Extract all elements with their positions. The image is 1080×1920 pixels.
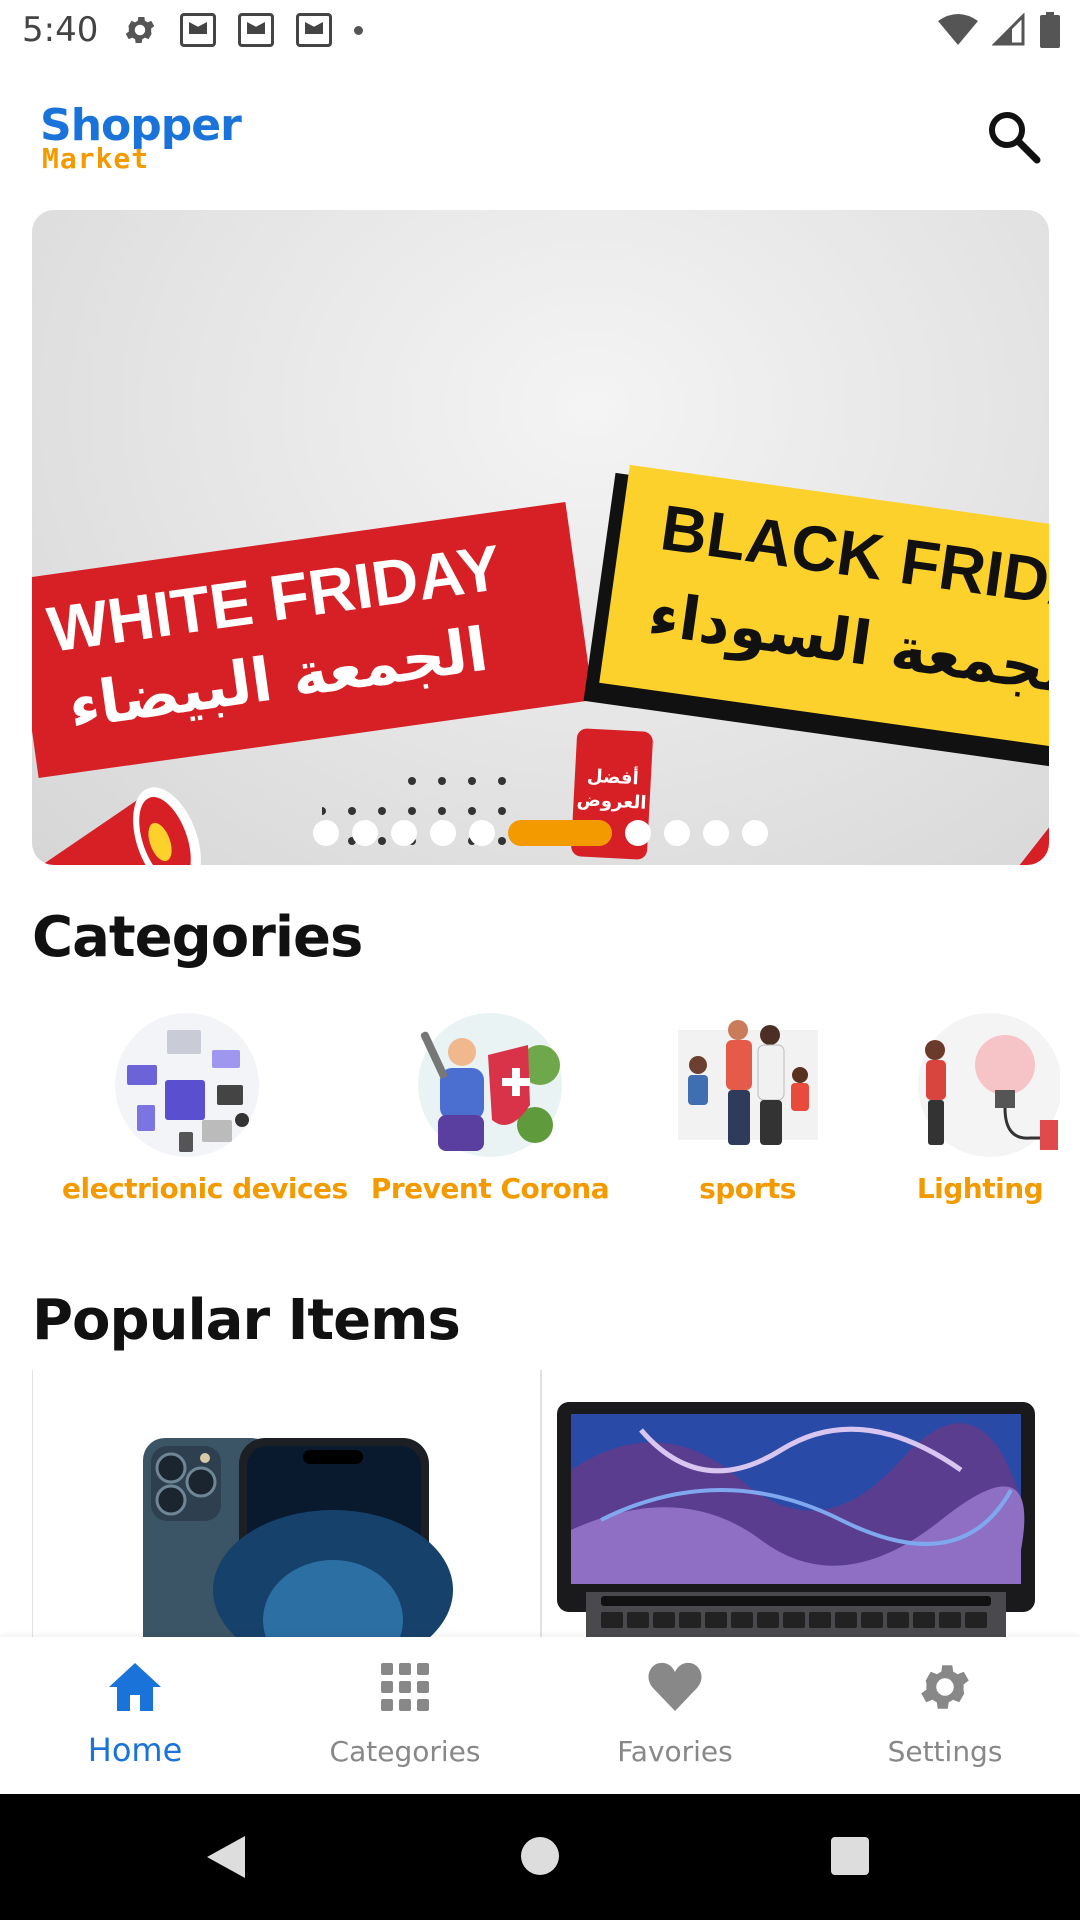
nav-tab-label: Favories (617, 1735, 733, 1768)
carousel-dot[interactable] (742, 820, 768, 846)
popular-items-grid (32, 1370, 1049, 1640)
carousel-dot[interactable] (430, 820, 456, 846)
status-time: 5:40 (22, 10, 99, 50)
lightbulb-illustration-icon (918, 1013, 1062, 1157)
search-button[interactable] (985, 108, 1043, 166)
carousel-dot[interactable] (664, 820, 690, 846)
nav-tab-home[interactable]: Home (0, 1657, 270, 1769)
nav-tab-categories[interactable]: Categories (270, 1657, 540, 1768)
mail-notification-icon (238, 13, 274, 47)
nav-tab-label: Categories (329, 1735, 481, 1768)
app-logo: Shopper Market (40, 100, 242, 180)
carousel-dot[interactable] (469, 820, 495, 846)
product-card[interactable] (32, 1370, 542, 1640)
carousel-page-indicator[interactable] (32, 818, 1049, 848)
corona-prevention-illustration-icon (418, 1013, 562, 1157)
mail-notification-icon (180, 13, 216, 47)
category-label: sports (699, 1172, 796, 1205)
home-icon (109, 1663, 161, 1711)
signal-icon (992, 13, 1025, 46)
promo-banner-carousel[interactable]: WHITE FRIDAY الجمعة البيضاء BLACK FRIDAY… (32, 210, 1049, 865)
nav-tab-favorites[interactable]: Favories (540, 1657, 810, 1768)
family-sports-illustration-icon (677, 1020, 818, 1145)
bottom-navigation-bar: Home Categories Favories Settings (0, 1637, 1080, 1794)
recents-square-icon[interactable] (830, 1836, 870, 1876)
product-card[interactable] (540, 1370, 1049, 1640)
nav-tab-settings[interactable]: Settings (810, 1657, 1080, 1768)
carousel-dot[interactable] (352, 820, 378, 846)
grid-icon (381, 1663, 429, 1711)
heart-icon (648, 1662, 702, 1711)
categories-section-title: Categories (32, 905, 363, 970)
best-offers-tag-text: أفضل العروض (576, 765, 647, 814)
electronics-illustration-icon (115, 1013, 259, 1157)
gear-icon (921, 1665, 969, 1709)
discounts-tag-text: تخفيضات (1019, 849, 1049, 865)
status-notification-icons (122, 12, 363, 48)
carousel-dot[interactable] (391, 820, 417, 846)
category-label: Lighting (916, 1172, 1044, 1205)
nav-tab-label: Home (87, 1731, 183, 1769)
category-label: Prevent Corona (370, 1172, 610, 1205)
more-notifications-dot-icon (354, 25, 363, 35)
macbook-product-image (557, 1402, 1035, 1640)
category-item-sports[interactable]: sports (660, 1010, 835, 1205)
carousel-dot-active[interactable] (508, 820, 612, 846)
popular-items-section-title: Popular Items (32, 1288, 461, 1353)
carousel-dot[interactable] (703, 820, 729, 846)
category-item-lighting[interactable]: Lighting (880, 1010, 1080, 1205)
back-icon[interactable] (205, 1834, 247, 1880)
carousel-dot[interactable] (313, 820, 339, 846)
category-item-prevent-corona[interactable]: Prevent Corona (370, 1010, 610, 1205)
iphone-product-image (143, 1438, 453, 1640)
mail-notification-icon (296, 13, 332, 47)
android-system-navigation-bar (0, 1794, 1080, 1920)
nav-tab-label: Settings (887, 1735, 1003, 1768)
battery-icon (1040, 12, 1060, 48)
settings-notification-icon (125, 16, 155, 44)
home-circle-icon[interactable] (520, 1836, 560, 1876)
status-bar: 5:40 (0, 0, 1080, 62)
search-icon (989, 112, 1041, 164)
carousel-dot[interactable] (625, 820, 651, 846)
logo-text-bottom: Market (42, 142, 150, 175)
white-friday-ribbon: WHITE FRIDAY الجمعة البيضاء (32, 502, 594, 778)
status-system-icons (938, 12, 1060, 48)
category-label: electrionic devices (62, 1172, 348, 1205)
category-item-electronics[interactable]: electrionic devices (62, 1010, 348, 1205)
wifi-icon (938, 14, 978, 45)
